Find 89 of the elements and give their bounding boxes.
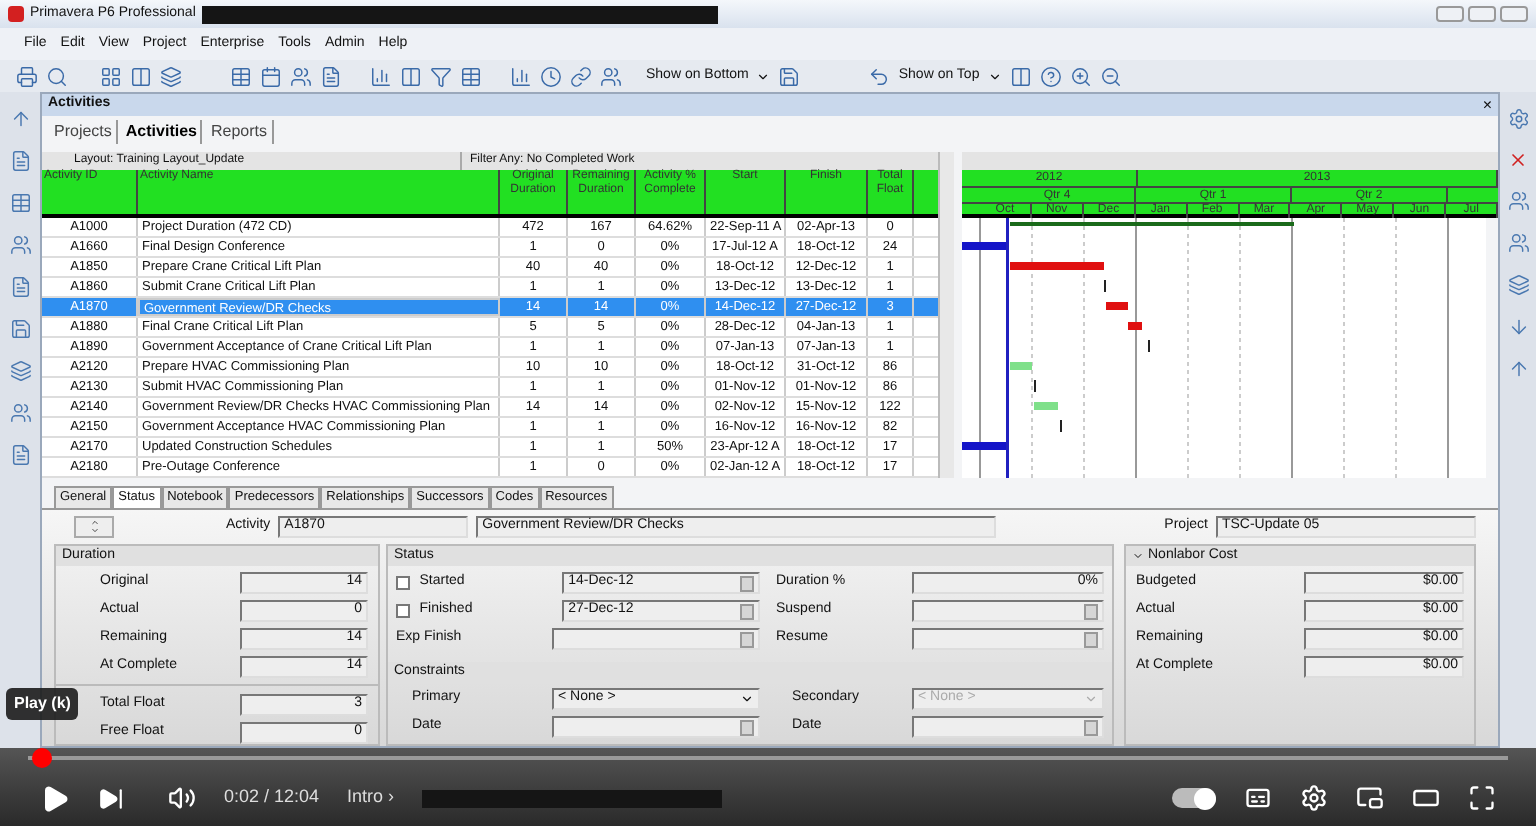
fullscreen-icon[interactable]	[1468, 784, 1496, 812]
date-field[interactable]	[552, 628, 760, 650]
milestone-mark	[1104, 280, 1106, 292]
activity-bar	[1010, 362, 1032, 370]
progress-thumb[interactable]	[32, 748, 53, 768]
users-icon[interactable]	[9, 402, 31, 424]
view-tab[interactable]: Projects	[50, 120, 118, 144]
view-tab[interactable]: Reports	[206, 120, 273, 144]
theater-icon[interactable]	[1412, 784, 1440, 812]
save-icon[interactable]	[778, 65, 801, 87]
grid-icon[interactable]	[100, 65, 122, 87]
critical-bar	[1106, 302, 1128, 310]
undo-icon[interactable]	[868, 65, 891, 87]
gear-icon[interactable]	[1507, 108, 1529, 130]
columns-icon[interactable]	[1009, 65, 1032, 87]
save-icon[interactable]	[9, 318, 31, 340]
volume-icon[interactable]	[168, 784, 196, 812]
zoom-in-icon[interactable]	[1069, 65, 1092, 87]
activity-bar	[1034, 402, 1058, 410]
zoom-out-icon[interactable]	[1099, 65, 1122, 87]
users-icon[interactable]	[290, 65, 312, 87]
users-icon[interactable]	[9, 234, 31, 256]
chevron-down-icon[interactable]	[89, 526, 99, 535]
bar-chart-icon[interactable]	[370, 65, 392, 87]
date-field[interactable]	[912, 716, 1104, 738]
users-icon[interactable]	[1507, 190, 1529, 212]
columns-icon[interactable]	[130, 65, 152, 87]
arrow-up-icon[interactable]	[1507, 358, 1529, 380]
scrollbar[interactable]	[938, 152, 954, 478]
help-icon[interactable]	[1039, 65, 1062, 87]
document-icon[interactable]	[320, 65, 342, 87]
chapter-link[interactable]: Intro ›	[347, 784, 395, 812]
document-icon[interactable]	[9, 150, 31, 172]
users-icon[interactable]	[600, 65, 622, 87]
miniplayer-icon[interactable]	[1356, 784, 1384, 812]
columns-icon[interactable]	[400, 65, 422, 87]
table-icon[interactable]	[230, 65, 252, 87]
milestone-mark	[1148, 340, 1150, 352]
checkbox[interactable]	[396, 576, 410, 590]
link-icon[interactable]	[570, 65, 592, 87]
actual-bar	[962, 242, 1006, 250]
critical-bar	[1128, 322, 1142, 330]
next-icon[interactable]	[98, 785, 124, 811]
date-field[interactable]	[912, 600, 1104, 622]
chevron-down-icon[interactable]	[1132, 550, 1144, 562]
caret-icon[interactable]	[756, 69, 771, 83]
checkbox[interactable]	[396, 604, 410, 618]
close-icon[interactable]	[1508, 150, 1528, 170]
document-icon[interactable]	[9, 444, 31, 466]
layers-icon[interactable]	[160, 65, 182, 87]
milestone-mark	[1034, 380, 1036, 392]
document-icon[interactable]	[9, 276, 31, 298]
dropdown-icon	[740, 692, 754, 706]
date-picker-handle[interactable]	[1084, 719, 1098, 735]
users-icon[interactable]	[1507, 232, 1529, 254]
layers-icon[interactable]	[1507, 274, 1529, 296]
date-field[interactable]	[912, 628, 1104, 650]
arrow-up-icon[interactable]	[9, 108, 31, 130]
play-icon[interactable]	[40, 783, 70, 813]
printer-icon[interactable]	[16, 65, 38, 87]
clock-icon[interactable]	[540, 65, 562, 87]
arrow-down-icon[interactable]	[1507, 316, 1529, 338]
search-icon[interactable]	[46, 65, 68, 87]
date-field[interactable]	[552, 716, 760, 738]
table-icon[interactable]	[460, 65, 482, 87]
chevron-up-icon[interactable]	[89, 517, 99, 526]
dropdown-icon	[1084, 692, 1098, 706]
maximize-button[interactable]	[1468, 6, 1496, 22]
actual-bar	[962, 442, 1006, 450]
bar-chart-icon[interactable]	[510, 65, 532, 87]
time-display: 0:02 / 12:04	[224, 784, 320, 811]
table-icon[interactable]	[9, 192, 31, 214]
settings-icon[interactable]	[1300, 784, 1328, 812]
spinner-control[interactable]	[74, 515, 114, 537]
captions-icon[interactable]	[1244, 784, 1272, 812]
minimize-button[interactable]	[1436, 6, 1464, 22]
caret-icon[interactable]	[987, 69, 1002, 83]
view-tab[interactable]: Activities	[121, 120, 203, 144]
autoplay-toggle[interactable]	[1172, 788, 1216, 808]
critical-bar	[1010, 262, 1104, 270]
app-logo-icon	[8, 6, 24, 22]
date-picker-handle[interactable]	[740, 719, 754, 735]
filter-icon[interactable]	[430, 65, 452, 87]
close-button[interactable]	[1500, 6, 1528, 22]
layers-icon[interactable]	[9, 360, 31, 382]
tooltip: Play (k)	[6, 688, 79, 720]
calendar-icon[interactable]	[260, 65, 282, 87]
panel-close-button[interactable]: ×	[1482, 97, 1492, 113]
milestone-mark	[1060, 420, 1062, 432]
